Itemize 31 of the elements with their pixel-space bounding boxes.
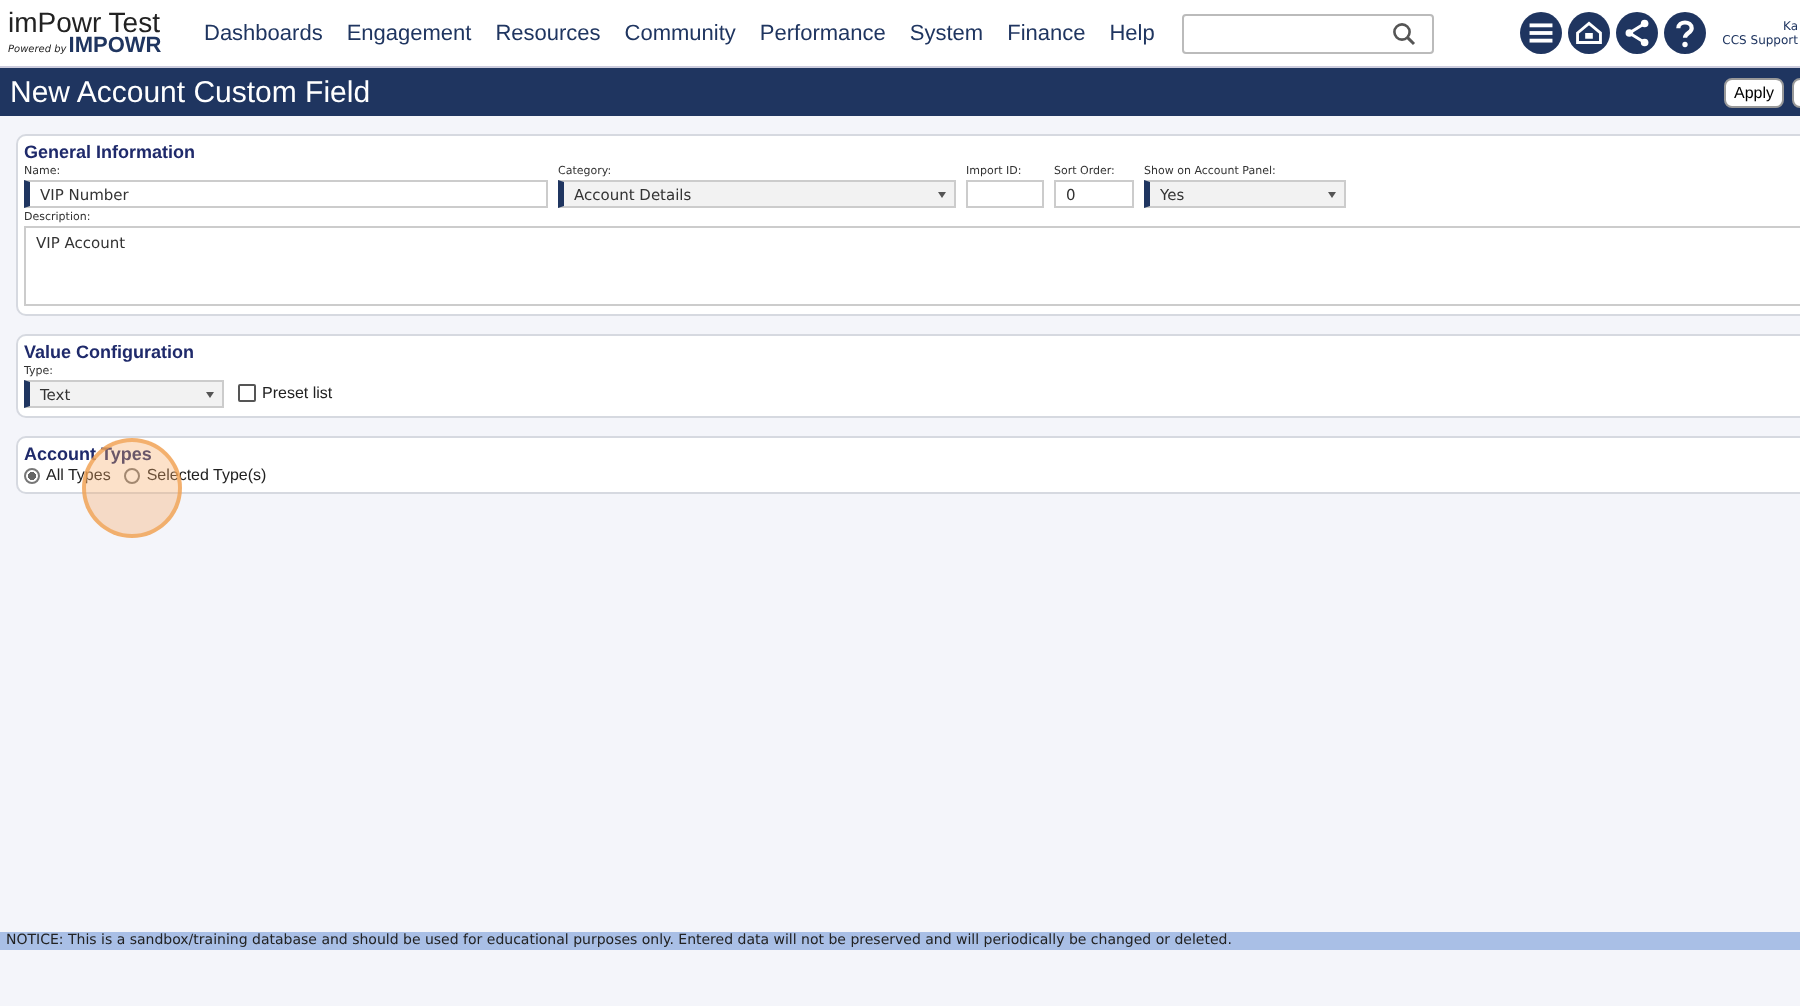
search-field[interactable] [1182, 13, 1435, 53]
nav-menu-item[interactable]: Finance [995, 21, 1098, 45]
nav-menu-item[interactable]: Resources [483, 21, 613, 45]
caret-icon [938, 191, 946, 197]
app-title: imPowr Test [8, 8, 160, 36]
radio-button[interactable] [124, 467, 141, 483]
section-heading: Value Configuration [24, 342, 197, 362]
section-heading: General Information [24, 142, 198, 162]
nav-menu-item[interactable]: Performance [747, 21, 898, 45]
search-icon[interactable] [1392, 21, 1417, 45]
nav-menu-item[interactable]: Dashboards [192, 21, 335, 45]
radio-label: Selected Type(s) [146, 466, 267, 484]
input-field[interactable] [966, 180, 1044, 208]
nav-menu-item[interactable]: Help [1097, 21, 1167, 45]
share-icon[interactable] [1616, 12, 1659, 54]
caret-icon [206, 391, 214, 397]
nav-menu-item[interactable]: System [897, 21, 996, 45]
radio-button[interactable] [24, 467, 40, 483]
page-title: New Account Custom Field [8, 75, 373, 109]
nav-menu-item[interactable]: Community [612, 21, 748, 45]
list-icon[interactable] [1520, 12, 1563, 54]
home-icon[interactable] [1568, 12, 1611, 54]
checkbox-label: Preset list [262, 384, 333, 402]
brand-logo: IMPOWR [68, 36, 162, 58]
radio-label: All Types [46, 466, 111, 484]
section-heading: Account Types [24, 444, 154, 464]
apply-button[interactable]: Apply [1723, 77, 1784, 107]
caret-icon [1328, 191, 1336, 197]
nav-menu-item[interactable]: Engagement [334, 21, 484, 45]
help-icon[interactable] [1664, 12, 1707, 54]
checkbox[interactable] [238, 384, 256, 402]
